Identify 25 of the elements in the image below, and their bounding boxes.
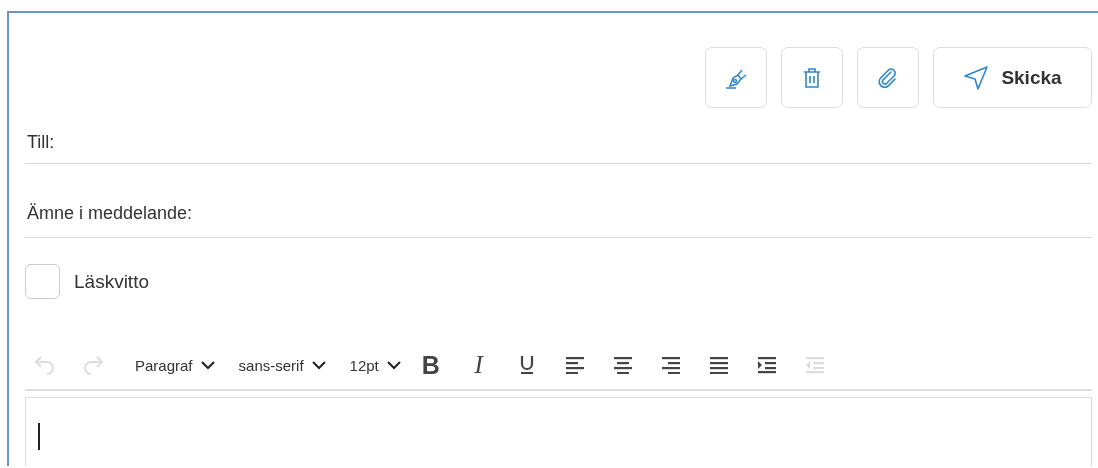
undo-icon: [34, 355, 56, 375]
send-icon: [963, 64, 990, 91]
dropdown[interactable]: Paragraf: [125, 356, 225, 374]
underline-icon: [518, 355, 535, 375]
recipient-field[interactable]: Till:: [25, 108, 1092, 164]
checkbox[interactable]: [25, 264, 60, 299]
chevron-icon: [200, 360, 215, 370]
dropdown[interactable]: sans-serif: [228, 356, 336, 374]
send-button[interactable]: Skicka: [933, 47, 1092, 108]
attach-button[interactable]: [857, 47, 919, 108]
align-left-icon: [564, 356, 585, 374]
justify-icon: [708, 356, 729, 374]
indent-icon: [756, 356, 777, 374]
chevron-icon: [386, 360, 401, 370]
paperclip-icon: [877, 66, 899, 89]
trash-icon: [802, 66, 822, 89]
outdent-icon: [804, 356, 825, 374]
redo-icon: [82, 355, 104, 375]
delete-button[interactable]: [781, 47, 843, 108]
signature-button[interactable]: [705, 47, 767, 108]
align-center-icon: [612, 356, 633, 374]
checkbox-label: Läskvitto: [74, 270, 149, 293]
recipient-field[interactable]: Ämne i meddelande:: [25, 164, 1092, 238]
align-right-icon: [660, 356, 681, 374]
chevron-icon: [311, 360, 326, 370]
